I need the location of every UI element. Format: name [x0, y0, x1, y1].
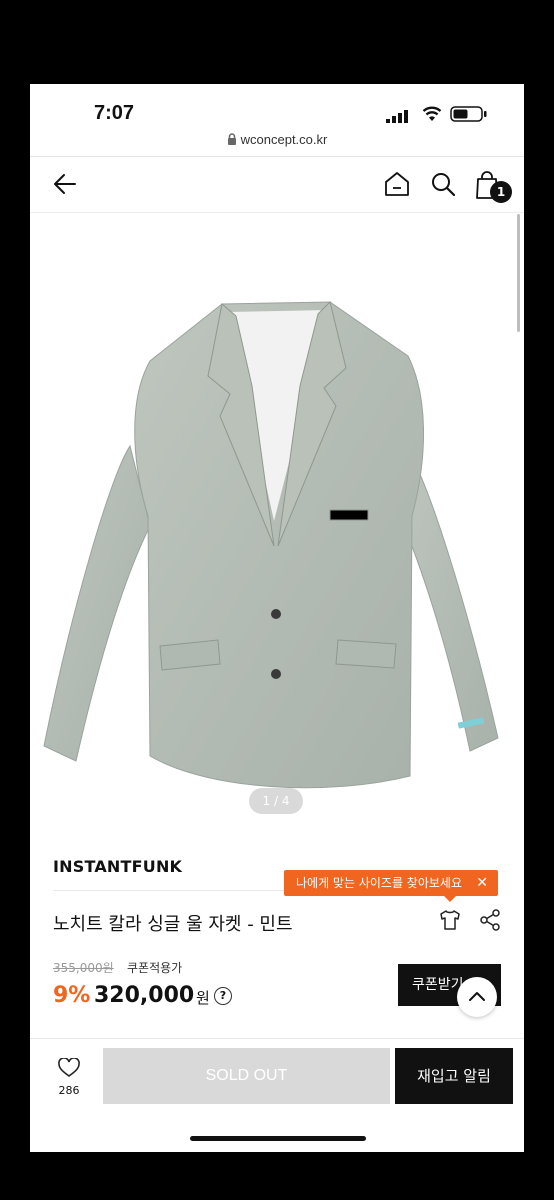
shirt-size-icon[interactable]	[438, 908, 462, 932]
sale-price: 320,000	[94, 983, 195, 1008]
wifi-icon	[422, 106, 442, 121]
battery-icon	[450, 106, 487, 122]
url-text: wconcept.co.kr	[240, 132, 328, 147]
back-arrow-icon[interactable]	[52, 171, 78, 197]
original-price: 355,000원	[53, 961, 114, 975]
nav-bar: 1	[30, 157, 524, 215]
discount-rate: 9%	[53, 983, 91, 1008]
address-bar[interactable]: wconcept.co.kr	[30, 132, 524, 147]
product-title: 노치트 칼라 싱글 울 자켓 - 민트	[53, 914, 293, 935]
help-icon[interactable]: ?	[214, 987, 232, 1005]
close-icon[interactable]: ✕	[476, 870, 488, 896]
status-time: 7:07	[94, 102, 135, 124]
phone-screen: 7:07 wconcept.co.kr 1 1 / 4 INSTANTFUNK …	[30, 84, 524, 1152]
coupon-price-label: 쿠폰적용가	[127, 961, 183, 975]
divider	[30, 1038, 524, 1039]
brand-name[interactable]: INSTANTFUNK	[53, 857, 182, 876]
divider	[30, 212, 524, 213]
tooltip-text: 나에게 맞는 사이즈를 찾아보세요	[296, 876, 463, 890]
cart-count-badge: 1	[490, 181, 512, 203]
home-icon[interactable]	[384, 171, 410, 197]
currency-label: 원	[196, 989, 210, 1007]
home-indicator[interactable]	[190, 1136, 366, 1141]
status-bar: 7:07 wconcept.co.kr	[30, 84, 524, 147]
lock-icon	[227, 133, 236, 145]
sold-out-button[interactable]: SOLD OUT	[103, 1048, 390, 1104]
restock-alert-button[interactable]: 재입고 알림	[395, 1048, 513, 1104]
heart-icon	[58, 1057, 80, 1077]
chevron-up-icon	[469, 992, 485, 1001]
size-finder-tooltip[interactable]: 나에게 맞는 사이즈를 찾아보세요 ✕	[284, 870, 498, 902]
like-count: 286	[58, 1084, 80, 1097]
search-icon[interactable]	[430, 171, 456, 197]
like-button[interactable]: 286	[48, 1057, 90, 1097]
image-pager: 1 / 4	[249, 788, 303, 814]
signal-icon	[386, 110, 408, 123]
scroll-top-button[interactable]	[457, 977, 497, 1017]
product-image-jacket[interactable]	[30, 216, 524, 826]
share-icon[interactable]	[478, 908, 502, 932]
